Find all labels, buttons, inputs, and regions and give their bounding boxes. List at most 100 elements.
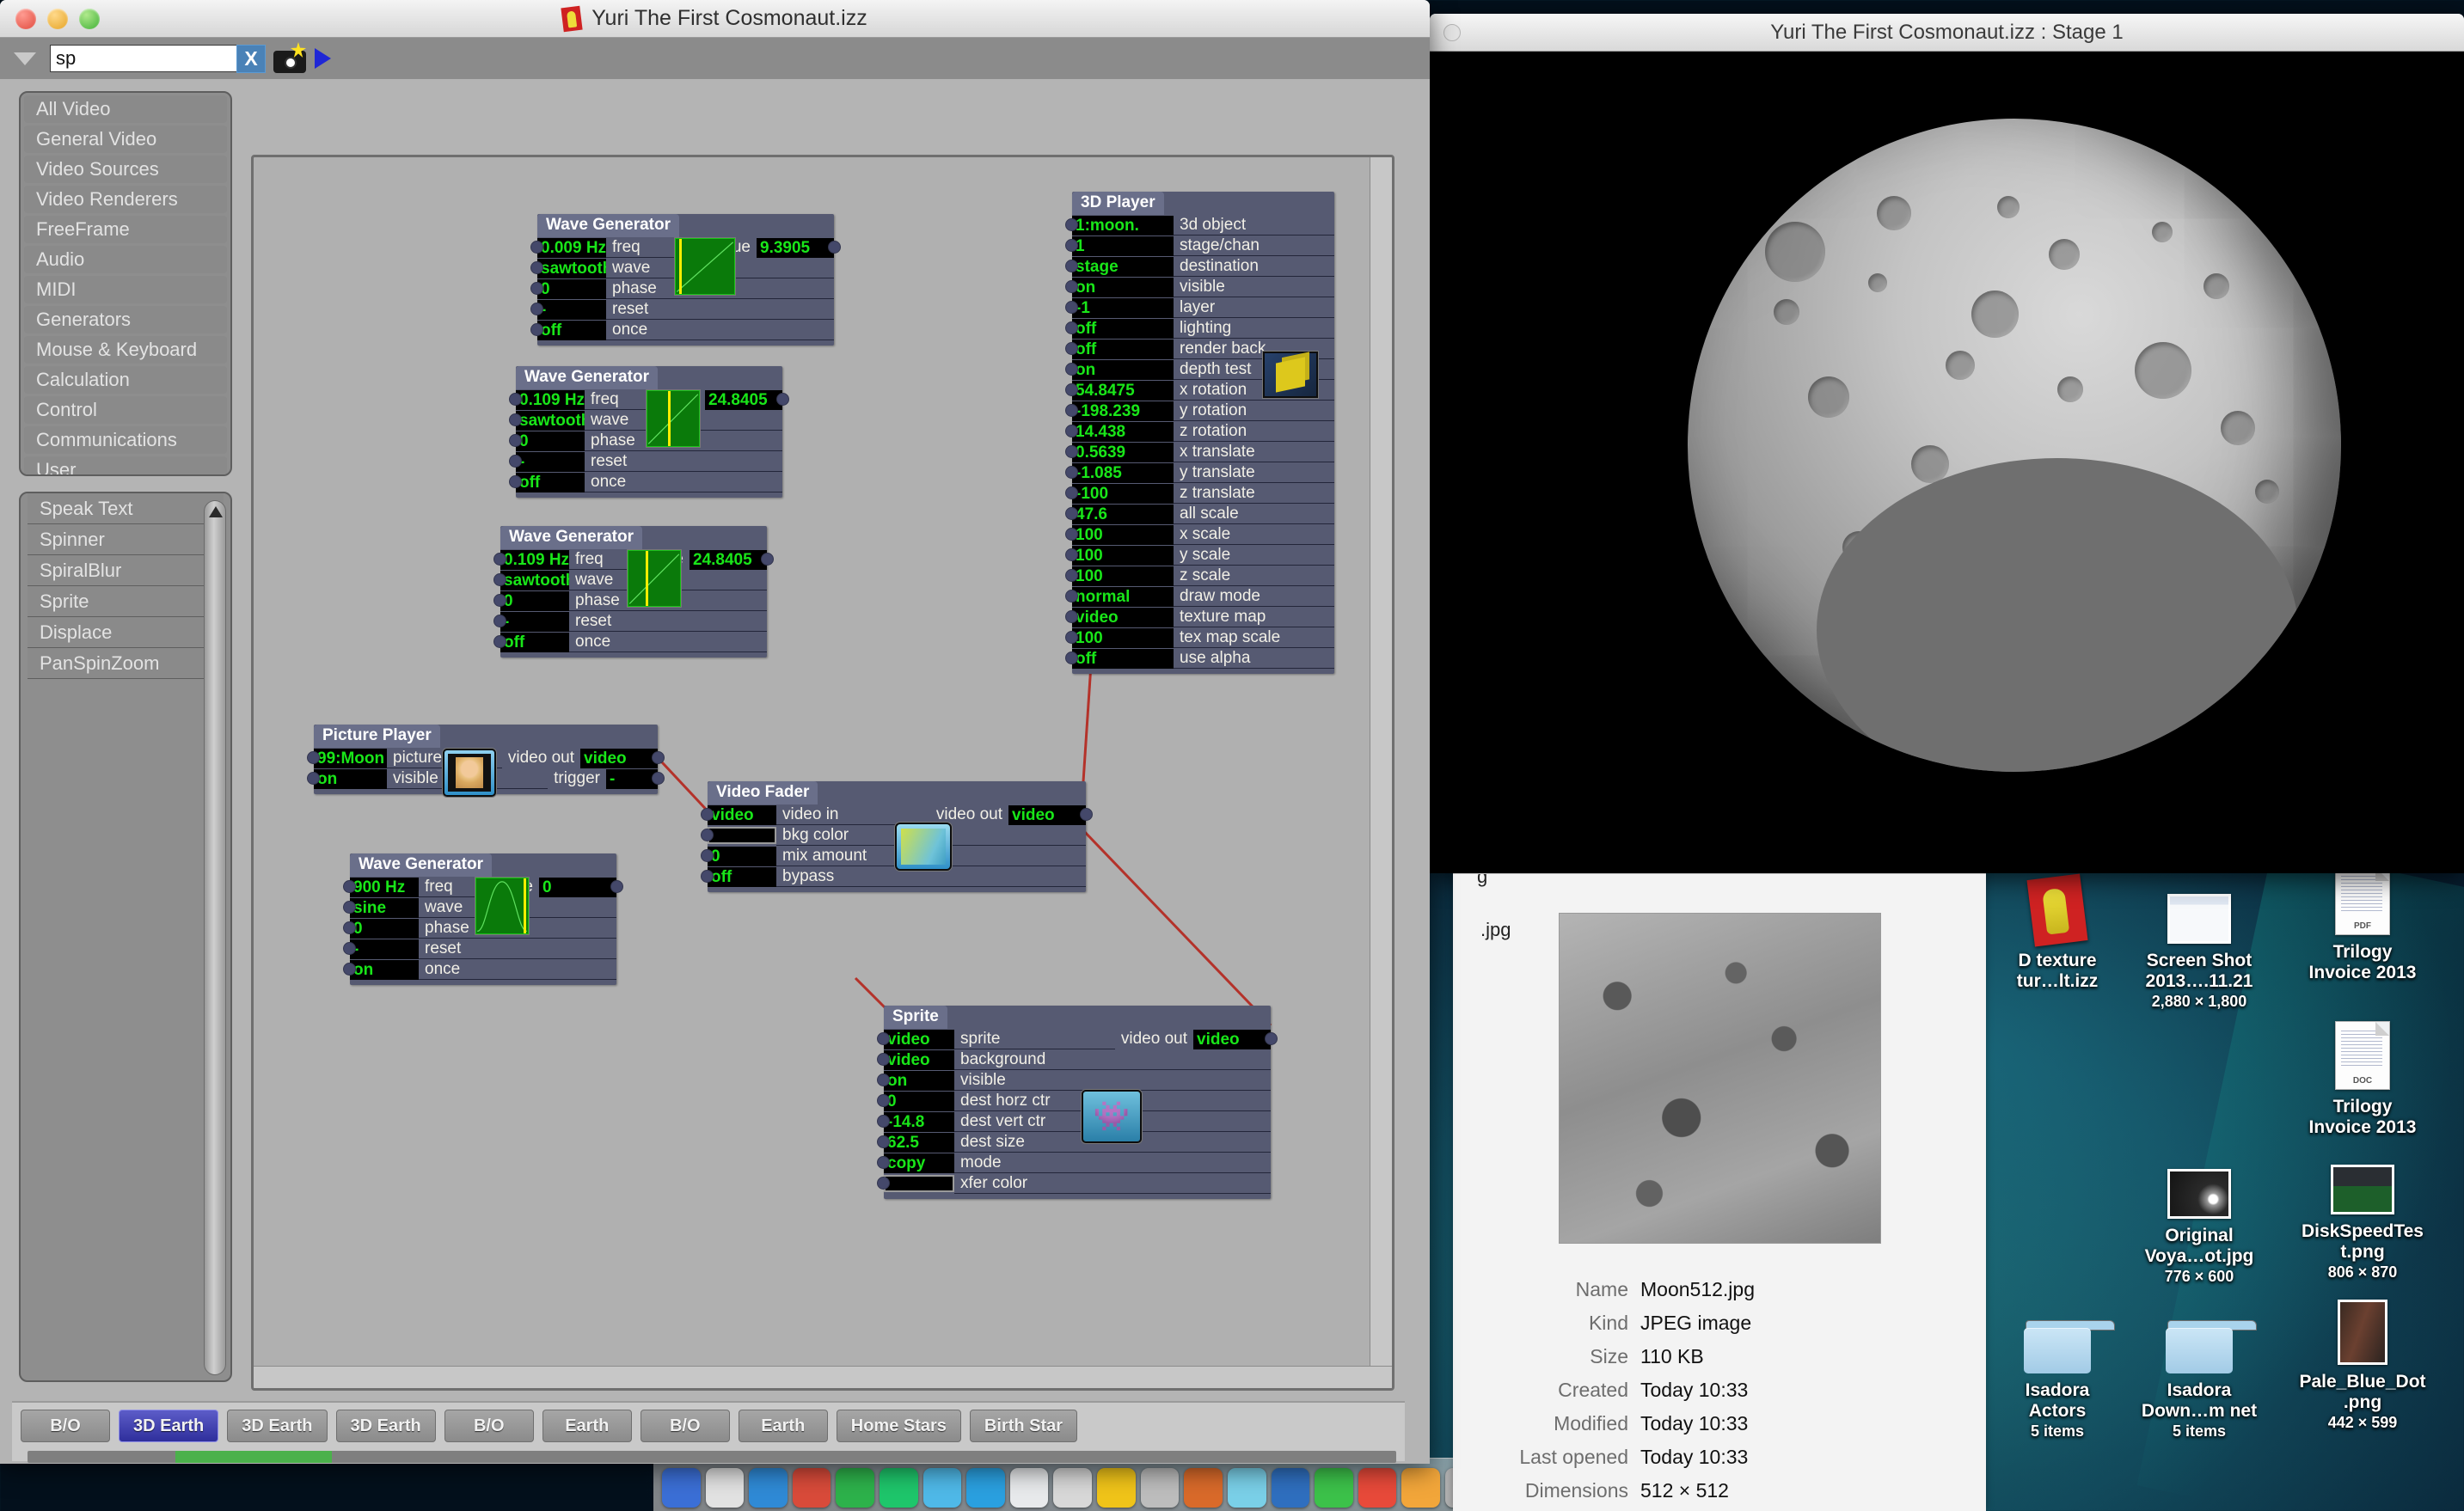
node-input-row[interactable]: - reset	[509, 451, 782, 472]
desktop-icon-screen-shot[interactable]: Screen Shot 2013….11.21 2,880 × 1,800	[2124, 877, 2275, 1012]
input-port[interactable]	[1065, 404, 1078, 417]
parameter-value[interactable]: 47.6	[1072, 504, 1174, 524]
desktop-icon-3d-texture-tur-lt-izz[interactable]: D texture tur…lt.izz	[1982, 873, 2133, 991]
node-title[interactable]: Wave Generator	[500, 526, 643, 549]
parameter-value[interactable]: sawtooth	[537, 258, 606, 278]
node-title[interactable]: Video Fader	[708, 781, 818, 804]
input-port[interactable]	[530, 261, 543, 274]
parameter-value[interactable]: off	[1072, 648, 1174, 669]
input-port[interactable]	[877, 1053, 890, 1066]
close-button[interactable]	[15, 9, 36, 29]
input-port[interactable]	[1065, 260, 1078, 272]
actor-item-displace[interactable]: Displace	[28, 617, 224, 648]
isadora-window[interactable]: Yuri The First Cosmonaut.izz sp X All Vi…	[0, 0, 1430, 1464]
desktop-icon-diskspeedtest[interactable]: DiskSpeedTes t.png 806 × 870	[2287, 1147, 2438, 1282]
input-port[interactable]	[493, 573, 506, 586]
category-item-video-renderers[interactable]: Video Renderers	[24, 186, 227, 213]
input-port[interactable]	[1065, 321, 1078, 334]
dock-app-icon[interactable]	[880, 1468, 918, 1508]
input-port[interactable]	[493, 615, 506, 627]
input-port[interactable]	[493, 594, 506, 607]
input-port[interactable]	[530, 323, 543, 336]
parameter-value[interactable]: sawtooth	[516, 410, 585, 431]
input-port[interactable]	[877, 1156, 890, 1169]
scroll-up-arrow-icon[interactable]	[209, 506, 223, 517]
node-input-row[interactable]: - reset	[343, 939, 616, 959]
input-port[interactable]	[307, 772, 320, 785]
parameter-value[interactable]: -14.8	[884, 1111, 954, 1132]
actor-item-panspinzoom[interactable]: PanSpinZoom	[28, 648, 224, 679]
dock-app-icon[interactable]	[1227, 1468, 1266, 1508]
node-input-row[interactable]: 0 dest horz ctr	[877, 1091, 1271, 1111]
desktop-icon-pale-blue-dot[interactable]: Pale_Blue_Dot .png 442 × 599	[2287, 1298, 2438, 1433]
desktop-icon-original-voyager-shot[interactable]: Original Voya…ot.jpg 776 × 600	[2124, 1152, 2275, 1287]
input-port[interactable]	[1065, 342, 1078, 355]
dock-app-icon[interactable]	[966, 1468, 1005, 1508]
dock-app-icon[interactable]	[1271, 1468, 1310, 1508]
parameter-value[interactable]: 14.438	[1072, 421, 1174, 442]
parameter-value[interactable]: 54.8475	[1072, 380, 1174, 401]
finder-preview-panel[interactable]: g .jpg Name Moon512.jpg Kind JPEG image Size…	[1453, 873, 1986, 1511]
node-input-row[interactable]: - reset	[493, 611, 767, 632]
input-port[interactable]	[509, 475, 522, 488]
actor-item-spinner[interactable]: Spinner	[28, 524, 224, 555]
parameter-value[interactable]: sine	[350, 897, 419, 918]
input-port[interactable]	[493, 635, 506, 648]
dock-app-icon[interactable]	[1184, 1468, 1223, 1508]
scene-tab-bar[interactable]: B/O 3D Earth 3D Earth 3D Earth B/O Earth B/O Ea…	[12, 1401, 1405, 1463]
scene-tab-earth[interactable]: Earth	[542, 1410, 632, 1442]
input-port[interactable]	[701, 870, 714, 883]
dock-app-icon[interactable]	[662, 1468, 701, 1508]
input-port[interactable]	[1065, 528, 1078, 541]
node-input-row[interactable]: video video in video out video	[701, 804, 1093, 825]
isadora-toolbar[interactable]: sp X	[0, 38, 1430, 79]
output-port[interactable]	[652, 772, 665, 785]
parameter-value[interactable]: 0.5639	[1072, 442, 1174, 462]
actor-node-wave1[interactable]: Wave Generator0.009 Hzfreqvalue9.3905saw…	[530, 214, 841, 346]
dock-app-icon[interactable]	[1140, 1468, 1180, 1508]
isadora-titlebar[interactable]: Yuri The First Cosmonaut.izz	[0, 0, 1430, 38]
scene-tab-birth-star[interactable]: Birth Star	[969, 1410, 1078, 1442]
parameter-value[interactable]: 0	[516, 431, 585, 451]
parameter-value[interactable]: -198.239	[1072, 401, 1174, 421]
actor-node-player3d[interactable]: 3D Player 1:moon. 3d object 1 stage/chan stag…	[1065, 192, 1334, 674]
input-port[interactable]	[877, 1032, 890, 1045]
input-port[interactable]	[509, 434, 522, 447]
node-input-row[interactable]: copy mode	[877, 1153, 1271, 1173]
parameter-value[interactable]: 1	[1072, 236, 1174, 256]
output-port[interactable]	[776, 393, 789, 406]
desktop-icon-isadora-actors[interactable]: Isadora Actors 5 items	[1982, 1306, 2133, 1441]
parameter-value[interactable]: off	[708, 866, 776, 887]
input-port[interactable]	[1065, 239, 1078, 252]
input-port[interactable]	[1065, 218, 1078, 231]
input-port[interactable]	[1065, 631, 1078, 644]
node-input-row[interactable]: 0.5639 x translate	[1065, 442, 1334, 462]
parameter-value[interactable]: 0	[350, 918, 419, 939]
parameter-value[interactable]: -100	[1072, 483, 1174, 504]
input-port[interactable]	[701, 808, 714, 821]
dock-app-icon[interactable]	[922, 1468, 962, 1508]
node-input-row[interactable]: on visible	[877, 1070, 1271, 1091]
node-input-row[interactable]: 14.438 z rotation	[1065, 421, 1334, 442]
actor-item-spiralblur[interactable]: SpiralBlur	[28, 555, 224, 586]
actor-item-sprite[interactable]: Sprite	[28, 586, 224, 617]
node-title[interactable]: Sprite	[884, 1006, 947, 1029]
stage-close-dot[interactable]	[1443, 24, 1461, 41]
input-port[interactable]	[1065, 445, 1078, 458]
parameter-value[interactable]: 100	[1072, 566, 1174, 586]
input-port[interactable]	[877, 1115, 890, 1128]
node-input-row[interactable]: 47.6 all scale	[1065, 504, 1334, 524]
node-input-row[interactable]: - reset	[530, 299, 834, 320]
input-port[interactable]	[343, 921, 356, 934]
parameter-value[interactable]: -	[350, 939, 419, 959]
parameter-value[interactable]: copy	[884, 1153, 954, 1173]
category-item-audio[interactable]: Audio	[24, 246, 227, 273]
parameter-value[interactable]: -1	[1072, 297, 1174, 318]
dock-app-icon[interactable]	[705, 1468, 745, 1508]
node-input-row[interactable]: -14.8 dest vert ctr	[877, 1111, 1271, 1132]
output-port[interactable]	[1265, 1032, 1278, 1045]
dock-app-icon[interactable]	[1009, 1468, 1049, 1508]
input-port[interactable]	[1065, 363, 1078, 376]
snapshot-camera-icon[interactable]	[273, 42, 306, 73]
output-port[interactable]	[761, 553, 774, 566]
